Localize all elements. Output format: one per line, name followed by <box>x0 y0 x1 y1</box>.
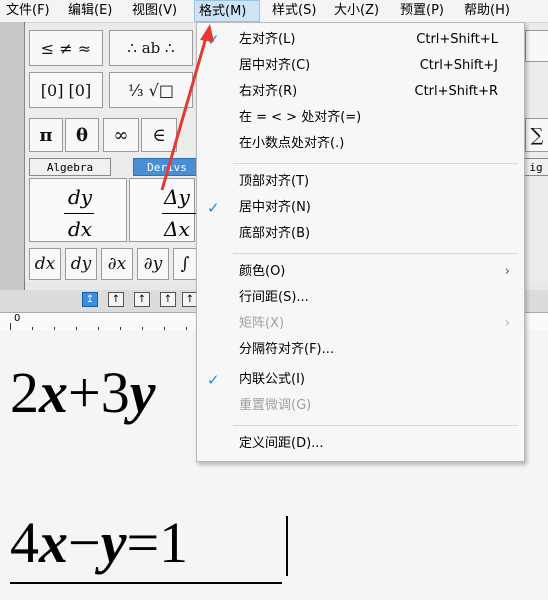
check-icon: ✓ <box>207 199 220 217</box>
selection-underline <box>10 582 282 584</box>
menu-help[interactable]: 帮助(H) <box>460 0 514 22</box>
menu-item-label: 行间距(S)... <box>239 290 309 305</box>
integral-button[interactable]: ∫ <box>173 248 197 280</box>
menu-item-label: 右对齐(R) <box>239 84 298 99</box>
menu-size[interactable]: 大小(Z) <box>330 0 383 22</box>
menu-format[interactable]: 格式(M) <box>194 0 260 22</box>
menu-bar: 文件(F) 编辑(E) 视图(V) 格式(M) 样式(S) 大小(Z) 预置(P… <box>0 0 548 23</box>
tab-right-partial[interactable]: ig <box>523 158 548 176</box>
menu-item-inline-equation[interactable]: ✓ 内联公式(I) <box>197 367 522 393</box>
menu-item-label: 居中对齐(C) <box>239 58 311 73</box>
menu-item-shortcut: Ctrl+Shift+L <box>416 32 498 47</box>
menu-item-label: 矩阵(X) <box>239 316 285 331</box>
tab-derivs[interactable]: Derivs <box>133 158 201 176</box>
menu-item-label: 颜色(O) <box>239 264 286 279</box>
chevron-right-icon: › <box>504 316 510 331</box>
dy-dx-template[interactable]: dy dx <box>29 178 127 242</box>
partial-x-button[interactable]: ∂x <box>101 248 133 280</box>
dx-denominator: dx <box>68 217 93 241</box>
menu-separator <box>233 253 518 254</box>
eq2-coef-4: 4 <box>10 510 39 575</box>
fences-palette-button[interactable]: [0] [0] <box>29 72 103 108</box>
fraction-bar <box>162 213 196 214</box>
dy-button[interactable]: dy <box>65 248 97 280</box>
menu-item-label: 在小数点处对齐(.) <box>239 136 345 151</box>
menu-item-align-middle[interactable]: ✓ 居中对齐(N) <box>197 195 522 221</box>
equation-2: 4x−y=1 <box>10 514 188 572</box>
theta-button[interactable]: θ <box>65 118 99 152</box>
eq1-plus-3: +3 <box>68 360 130 425</box>
dx-button[interactable]: dx <box>29 248 61 280</box>
menu-item-align-bottom[interactable]: 底部对齐(B) <box>197 221 522 247</box>
menu-view[interactable]: 视图(V) <box>128 0 181 22</box>
menu-item-define-spacing[interactable]: 定义间距(D)... <box>197 431 522 457</box>
ruler-zero: 0 <box>14 313 21 324</box>
menu-item-align-center[interactable]: 居中对齐(C) Ctrl+Shift+J <box>197 53 522 79</box>
menu-item-align-at-decimal[interactable]: 在小数点处对齐(.) <box>197 131 522 157</box>
pi-button[interactable]: π <box>29 118 63 152</box>
infinity-button[interactable]: ∞ <box>103 118 139 152</box>
equation-1: 2x+3y <box>10 364 155 422</box>
align-up-tool[interactable]: ↑ <box>108 292 124 307</box>
format-menu-dropdown: ✓ 左对齐(L) Ctrl+Shift+L 居中对齐(C) Ctrl+Shift… <box>196 22 525 462</box>
partial-y-button[interactable]: ∂y <box>137 248 169 280</box>
eq2-var-y: y <box>100 510 127 575</box>
menu-item-label: 分隔符对齐(F)... <box>239 342 335 357</box>
menu-item-align-top[interactable]: 顶部对齐(T) <box>197 169 522 195</box>
eq1-var-y: y <box>129 360 156 425</box>
tab-algebra[interactable]: Algebra <box>29 158 111 176</box>
eq2-equals-1: =1 <box>126 510 189 575</box>
text-caret <box>286 516 288 576</box>
menu-item-reset-nudge: 重置微调(G) <box>197 393 522 419</box>
menu-item-line-spacing[interactable]: 行间距(S)... <box>197 285 522 311</box>
align-base-tool[interactable]: ↑ <box>160 292 176 307</box>
menu-item-label: 内联公式(I) <box>239 372 305 387</box>
menu-item-label: 居中对齐(N) <box>239 200 311 215</box>
eq1-coef-2: 2 <box>10 360 39 425</box>
dy-numerator: dy <box>68 185 93 209</box>
menu-item-label: 底部对齐(B) <box>239 226 311 241</box>
fraction-bar <box>64 213 94 214</box>
menu-item-align-right[interactable]: 右对齐(R) Ctrl+Shift+R <box>197 79 522 105</box>
menu-item-label: 顶部对齐(T) <box>239 174 310 189</box>
menu-item-align-left[interactable]: ✓ 左对齐(L) Ctrl+Shift+L <box>197 27 522 53</box>
align-top-tool[interactable]: ↥ <box>82 292 98 307</box>
menu-item-label: 左对齐(L) <box>239 32 296 47</box>
spaces-palette-button[interactable]: ∴ ab ∴ <box>109 30 193 66</box>
eq1-var-x: x <box>39 360 68 425</box>
eq2-var-x: x <box>39 510 68 575</box>
fractions-palette-button[interactable]: ⅓ √□ <box>109 72 193 108</box>
menu-separator <box>233 163 518 164</box>
align-up2-tool[interactable]: ↑ <box>134 292 150 307</box>
menu-item-color[interactable]: 颜色(O) › <box>197 259 522 285</box>
element-of-button[interactable]: ∈ <box>141 118 177 152</box>
menu-file[interactable]: 文件(F) <box>2 0 54 22</box>
menu-preferences[interactable]: 预置(P) <box>396 0 448 22</box>
check-icon: ✓ <box>207 371 220 389</box>
menu-style[interactable]: 样式(S) <box>268 0 320 22</box>
menu-item-align-at-relations[interactable]: 在 = < > 处对齐(=) <box>197 105 522 131</box>
menu-item-matrix: 矩阵(X) › <box>197 311 522 337</box>
right-partial-button[interactable] <box>525 30 548 62</box>
menu-item-separator-align[interactable]: 分隔符对齐(F)... <box>197 337 522 363</box>
menu-item-shortcut: Ctrl+Shift+R <box>414 84 499 99</box>
delta-x-denominator: Δx <box>164 217 190 241</box>
check-icon: ✓ <box>207 31 220 49</box>
menu-item-label: 定义间距(D)... <box>239 436 324 451</box>
relations-palette-button[interactable]: ≤ ≠ ≈ <box>29 30 103 66</box>
window-frame <box>0 22 25 290</box>
menu-item-shortcut: Ctrl+Shift+J <box>419 58 498 73</box>
menu-item-label: 重置微调(G) <box>239 398 312 413</box>
menu-separator <box>233 425 518 426</box>
delta-y-numerator: Δy <box>164 185 190 209</box>
menu-item-label: 在 = < > 处对齐(=) <box>239 110 362 125</box>
menu-edit[interactable]: 编辑(E) <box>64 0 116 22</box>
delta-y-delta-x-template[interactable]: Δy Δx <box>129 178 196 242</box>
chevron-right-icon: › <box>504 264 510 279</box>
eq2-minus: − <box>68 510 101 575</box>
sum-button[interactable]: ∑ <box>525 118 548 152</box>
